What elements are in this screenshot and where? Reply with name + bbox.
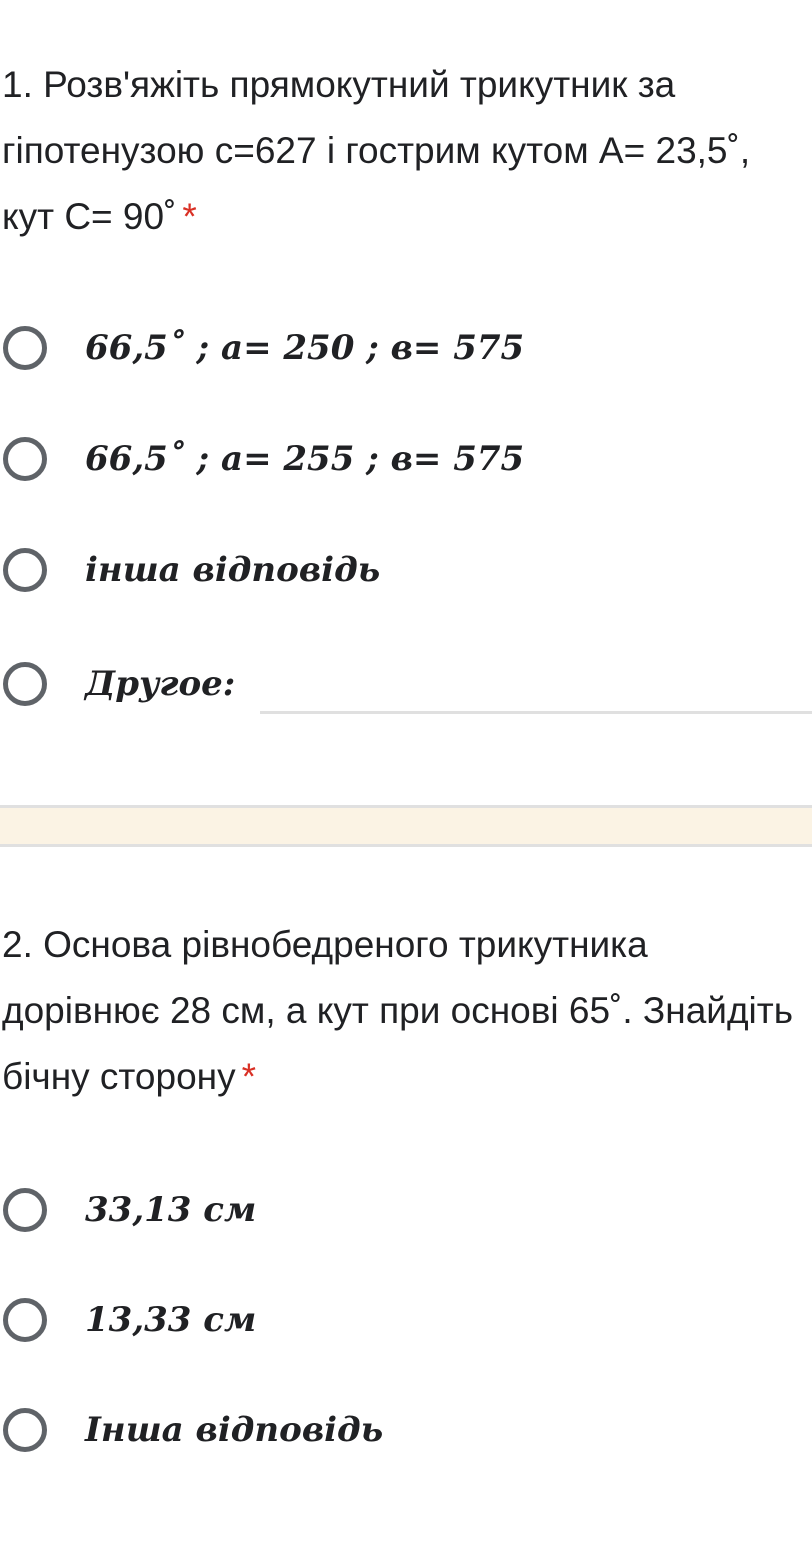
radio-button-icon[interactable] bbox=[3, 548, 47, 592]
question-1-title: 1. Розв'яжіть прямокутний трикутник за г… bbox=[2, 52, 810, 250]
question-1-option-1[interactable]: 66,5˚ ; a= 250 ; в= 575 bbox=[0, 320, 524, 376]
radio-button-icon[interactable] bbox=[3, 1298, 47, 1342]
question-1-option-2-label: 66,5˚ ; a= 255 ; в= 575 bbox=[85, 439, 525, 479]
radio-button-icon[interactable] bbox=[3, 1188, 47, 1232]
question-1-option-3[interactable]: інша відповідь bbox=[0, 542, 380, 598]
question-2-option-3-label: Інша відповідь bbox=[85, 1410, 384, 1450]
question-2-option-3[interactable]: Інша відповідь bbox=[0, 1402, 383, 1458]
question-1-text: 1. Розв'яжіть прямокутний трикутник за г… bbox=[2, 64, 751, 237]
radio-button-icon[interactable] bbox=[3, 437, 47, 481]
question-2-option-2[interactable]: 13,33 см bbox=[0, 1292, 256, 1348]
question-2-title: 2. Основа рівнобедреного трикутника дорі… bbox=[2, 912, 810, 1110]
radio-button-icon[interactable] bbox=[3, 662, 47, 706]
question-2-option-2-label: 13,33 см bbox=[85, 1300, 257, 1340]
question-2-required-mark: * bbox=[241, 1056, 257, 1097]
question-1-option-2[interactable]: 66,5˚ ; a= 255 ; в= 575 bbox=[0, 431, 524, 487]
question-1-option-3-label: інша відповідь bbox=[85, 550, 381, 590]
question-1-option-1-label: 66,5˚ ; a= 250 ; в= 575 bbox=[85, 328, 525, 368]
question-1-required-mark: * bbox=[182, 196, 197, 237]
question-2-option-1-label: 33,13 см bbox=[85, 1190, 257, 1230]
question-2-option-1[interactable]: 33,13 см bbox=[0, 1182, 256, 1238]
question-2-text: 2. Основа рівнобедреного трикутника дорі… bbox=[2, 924, 793, 1097]
question-1-option-other[interactable]: Другое: bbox=[0, 656, 235, 712]
section-divider bbox=[0, 805, 812, 847]
question-1-option-other-label: Другое: bbox=[85, 664, 236, 704]
radio-button-icon[interactable] bbox=[3, 326, 47, 370]
radio-button-icon[interactable] bbox=[3, 1408, 47, 1452]
other-answer-input[interactable] bbox=[260, 711, 812, 714]
